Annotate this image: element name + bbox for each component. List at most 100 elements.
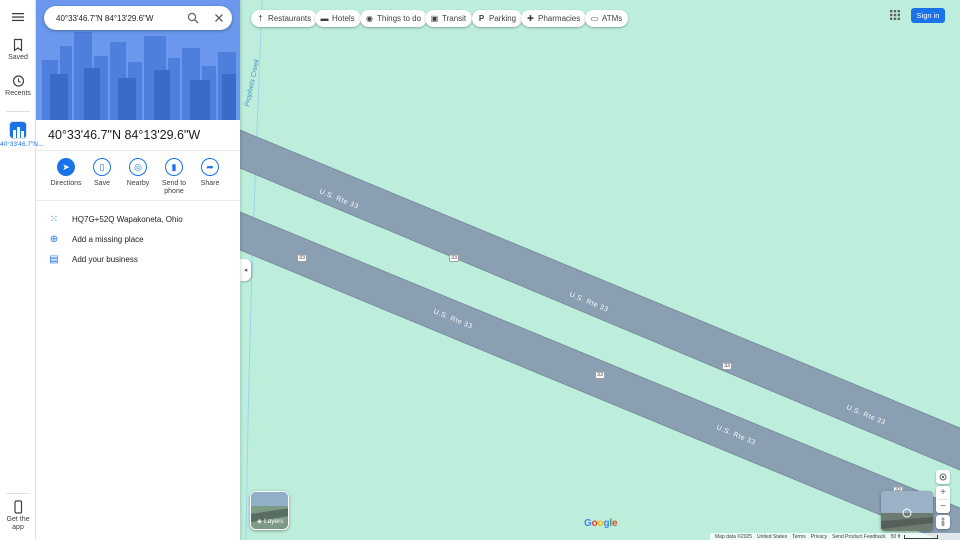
map-data-text: Map data ©2025 <box>715 534 753 540</box>
share-button[interactable]: ➦ Share <box>190 158 230 187</box>
my-location-button[interactable] <box>936 470 950 484</box>
transit-icon: ▣ <box>430 14 439 23</box>
send-to-phone-button[interactable]: ▮ Send to phone <box>154 158 194 196</box>
zoom-control: + − <box>936 486 950 513</box>
feedback-link[interactable]: Send Product Feedback <box>832 534 886 540</box>
recents-label: Recents <box>5 90 31 97</box>
history-icon <box>12 75 25 87</box>
search-box <box>44 6 232 30</box>
add-business-text: Add your business <box>72 254 138 264</box>
terms-link[interactable]: Terms <box>792 534 806 540</box>
share-label: Share <box>200 180 220 187</box>
chip-label: Hotels <box>332 14 355 23</box>
privacy-link[interactable]: Privacy <box>811 534 827 540</box>
left-rail: Saved Recents 40°33'46.7"N... Get the ap… <box>0 0 44 540</box>
place-title: 40°33'46.7"N 84°13'29.6"W <box>48 128 201 142</box>
add-missing-place-text: Add a missing place <box>72 234 144 244</box>
get-app-label: Get the app <box>6 516 30 531</box>
save-button[interactable]: ▯ Save <box>82 158 122 187</box>
layers-icon: ◈ <box>257 518 262 525</box>
recent-place-label: 40°33'46.7"N... <box>0 141 44 148</box>
route-shield: 33 <box>595 371 605 379</box>
map-footer: Map data ©2025 United States Terms Priva… <box>710 533 960 540</box>
add-missing-place-row[interactable]: ⊕ Add a missing place <box>48 231 238 247</box>
pegman-button[interactable] <box>936 515 950 529</box>
plus-code-icon: ⁙ <box>49 213 59 225</box>
minus-icon: − <box>940 501 946 512</box>
menu-button[interactable] <box>0 10 36 26</box>
plus-icon: + <box>940 487 946 498</box>
saved-button[interactable]: Saved <box>0 38 36 61</box>
hamburger-icon <box>12 13 24 22</box>
add-place-icon: ⊕ <box>49 233 59 245</box>
nearby-button[interactable]: ◎ Nearby <box>118 158 158 187</box>
street-view-preview[interactable] <box>881 491 933 531</box>
phone-icon: ▮ <box>165 158 183 176</box>
share-icon: ➦ <box>201 158 219 176</box>
chip-label: Restaurants <box>268 14 312 23</box>
directions-icon: ➤ <box>57 158 75 176</box>
plus-code-text: HQ7G+52Q Wapakoneta, Ohio <box>72 214 183 224</box>
pegman-icon <box>941 517 945 527</box>
restaurant-icon: † <box>258 14 263 23</box>
chip-things-to-do[interactable]: ◉ Things to do <box>360 10 428 27</box>
layers-label: Layers <box>264 517 284 525</box>
bookmark-icon <box>13 38 23 52</box>
chip-label: ATMs <box>602 14 623 23</box>
chip-label: Pharmacies <box>538 14 581 23</box>
pharmacy-icon: ✚ <box>527 14 534 23</box>
saved-label: Saved <box>8 54 28 61</box>
apps-grid-icon[interactable] <box>889 9 901 21</box>
layers-button[interactable]: ◈ Layers <box>250 491 289 530</box>
chip-hotels[interactable]: ▬ Hotels <box>315 10 361 27</box>
chip-pharmacies[interactable]: ✚ Pharmacies <box>521 10 587 27</box>
chip-restaurants[interactable]: † Restaurants <box>251 10 318 27</box>
chip-label: Things to do <box>377 14 422 23</box>
camera-icon: ◉ <box>366 14 373 23</box>
recents-button[interactable]: Recents <box>0 74 36 97</box>
hotel-icon: ▬ <box>320 14 329 23</box>
directions-button[interactable]: ➤ Directions <box>46 158 86 187</box>
save-label: Save <box>94 180 110 187</box>
google-logo: Google <box>584 518 618 529</box>
sign-in-button[interactable]: Sign in <box>911 8 945 23</box>
chip-transit[interactable]: ▣ Transit <box>425 10 473 27</box>
chip-label: Transit <box>442 14 467 23</box>
route-shield: 33 <box>449 254 459 262</box>
parking-icon: P <box>478 14 485 23</box>
my-location-icon <box>939 473 947 481</box>
nearby-label: Nearby <box>126 180 150 187</box>
nearby-icon: ◎ <box>129 158 147 176</box>
chevron-left-icon: ◂ <box>243 267 248 274</box>
zoom-out-button[interactable]: − <box>936 500 950 513</box>
place-panel: 40°33'46.7"N 84°13'29.6"W ➤ Directions ▯… <box>36 0 240 540</box>
route-shield: 33 <box>297 254 307 262</box>
route-shield: 33 <box>722 362 732 370</box>
atm-icon: ▭ <box>590 14 599 23</box>
get-app-button[interactable]: Get the app <box>0 500 36 532</box>
collapse-panel-button[interactable]: ◂ <box>240 259 251 281</box>
close-icon[interactable] <box>213 12 225 24</box>
street-view-image <box>881 491 933 531</box>
search-icon[interactable] <box>187 12 199 24</box>
search-input[interactable] <box>56 13 180 23</box>
chip-parking[interactable]: P Parking <box>472 10 523 27</box>
plus-code-row[interactable]: ⁙ HQ7G+52Q Wapakoneta, Ohio <box>48 211 238 227</box>
divider <box>36 200 240 201</box>
zoom-in-button[interactable]: + <box>936 486 950 499</box>
send-to-phone-label: Send to phone <box>161 180 187 195</box>
divider <box>36 150 240 151</box>
city-skyline-icon <box>13 127 24 138</box>
scale-bar <box>903 535 938 539</box>
recent-place-item[interactable]: 40°33'46.7"N... <box>0 121 44 149</box>
chip-atms[interactable]: ▭ ATMs <box>585 10 629 27</box>
recent-place-thumbnail <box>9 121 27 139</box>
scale-text[interactable]: 50 ft <box>891 534 901 540</box>
add-business-row[interactable]: ▤ Add your business <box>48 251 238 267</box>
phone-icon <box>14 500 23 514</box>
business-icon: ▤ <box>49 253 59 265</box>
rail-divider <box>6 493 30 494</box>
rail-divider <box>6 111 30 112</box>
region-link[interactable]: United States <box>757 534 787 540</box>
chip-label: Parking <box>489 14 517 23</box>
